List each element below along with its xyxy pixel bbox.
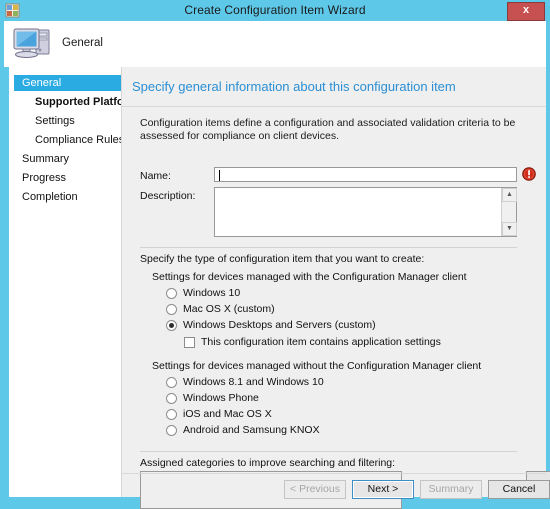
radio-label: Mac OS X (custom) [183,303,275,315]
checkbox-label: This configuration item contains applica… [201,336,441,348]
nav-item-general[interactable]: General [14,75,121,91]
radio-label: Windows 8.1 and Windows 10 [183,376,324,388]
nav-item-summary[interactable]: Summary [22,151,69,167]
checkbox-indicator [184,337,195,348]
section-divider-top [140,247,517,248]
radio-label: Windows Phone [183,392,259,404]
nav-label: Summary [22,153,70,165]
client-area: General General Supported Platforms Sett… [4,21,550,509]
categories-label: Assigned categories to improve searching… [140,457,396,469]
radio-indicator [166,288,177,299]
description-label: Description: [140,190,196,202]
wizard-window: Create Configuration Item Wizard x Gener… [0,0,550,509]
nav-item-settings[interactable]: Settings [35,113,75,129]
wizard-header: General [4,21,546,67]
nav-label: Progress [22,172,67,184]
unmanaged-group-label: Settings for devices managed without the… [152,360,482,372]
managed-group-label: Settings for devices managed with the Co… [152,271,467,283]
radio-label: iOS and Mac OS X [183,408,272,420]
radio-indicator [166,409,177,420]
summary-button[interactable]: Summary [420,480,482,499]
name-input[interactable] [214,167,517,182]
nav-label: Settings [35,115,75,127]
next-button[interactable]: Next > [352,480,414,499]
close-button[interactable]: x [507,2,545,21]
scroll-down-icon[interactable]: ▼ [502,222,517,236]
radio-indicator [166,425,177,436]
footer-divider [121,473,546,474]
radio-indicator [166,304,177,315]
content-panel: Specify general information about this c… [121,67,550,509]
type-section-label: Specify the type of configuration item t… [140,253,425,265]
nav-label: General [22,77,62,89]
wizard-step-nav: General Supported Platforms Settings Com… [4,67,144,497]
text-caret [219,170,220,181]
nav-label: Compliance Rules [35,134,125,146]
header-divider [122,106,546,107]
previous-button[interactable]: < Previous [284,480,346,499]
radio-indicator [166,377,177,388]
page-title: Specify general information about this c… [132,79,456,94]
nav-item-completion[interactable]: Completion [22,189,78,205]
footer-bar: < Previous Next > Summary Cancel [121,480,550,499]
radio-indicator [166,320,177,331]
radio-label: Android and Samsung KNOX [183,424,320,436]
header-title: General [62,37,103,49]
nav-item-progress[interactable]: Progress [22,170,66,186]
computer-icon [10,23,54,63]
radio-label: Windows Desktops and Servers (custom) [183,319,376,331]
title-bar: Create Configuration Item Wizard x [0,0,550,21]
radio-label: Windows 10 [183,287,241,299]
section-divider-bottom [140,451,517,452]
nav-label: Completion [22,191,78,203]
error-icon [522,167,536,181]
nav-item-compliance-rules[interactable]: Compliance Rules [35,132,124,148]
name-label: Name: [140,170,171,182]
description-scrollbar[interactable]: ▲ ▼ [501,188,517,236]
scroll-up-icon[interactable]: ▲ [502,188,517,202]
cancel-button[interactable]: Cancel [488,480,550,499]
intro-text: Configuration items define a configurati… [140,117,516,142]
radio-indicator [166,393,177,404]
description-input[interactable]: ▲ ▼ [214,187,517,237]
window-title: Create Configuration Item Wizard [184,3,366,17]
